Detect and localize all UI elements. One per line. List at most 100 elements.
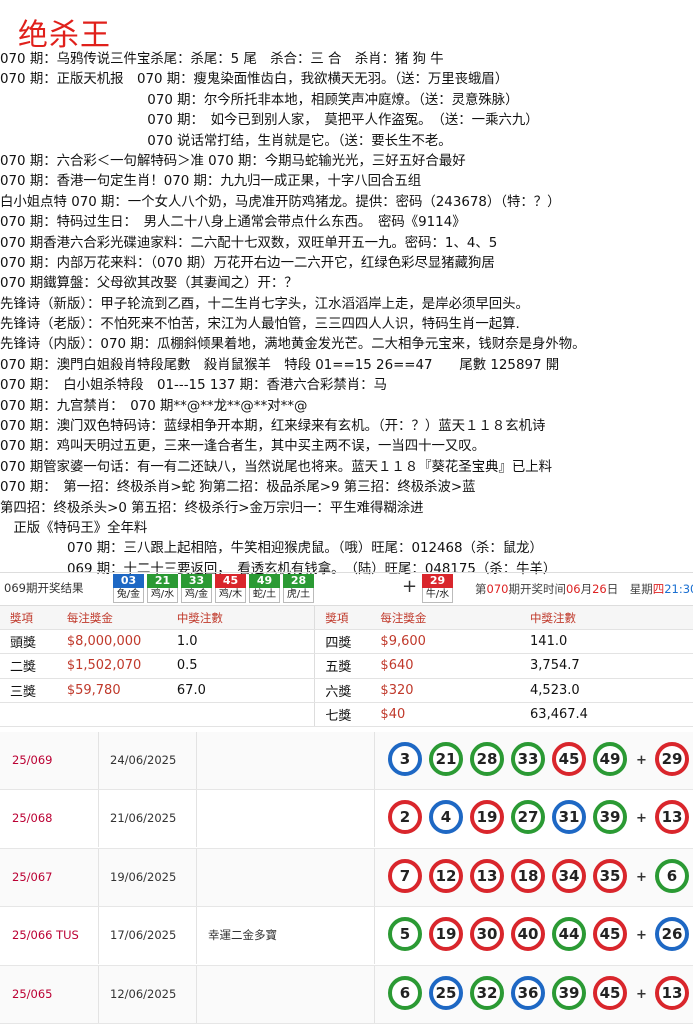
prediction-line: 第四招：终极杀头>0 第五招：终极杀行>金万宗归一：平生难得糊涂进 xyxy=(0,500,424,516)
draw-date: 24/06/2025 xyxy=(110,753,177,767)
result-ball-zodiac: 兔/金 xyxy=(113,588,144,603)
special-ball: 6 xyxy=(655,858,689,893)
number-ball: 19 xyxy=(429,917,463,952)
results-bar: 069期开奖结果 03 兔/金 21 鸡/水 33 鸡/金 45 鸡/木 49 蛇/土 28 虎/土 2… xyxy=(0,572,693,606)
issue-number: 25/069 xyxy=(12,753,53,767)
number-ball: 34 xyxy=(552,858,586,893)
prediction-line: 070 期管家婆一句话：有一有二还缺八，当然说尾也将来。蓝天１１８『葵花圣宝典』… xyxy=(0,459,553,475)
prediction-line: 070 期： 如今已到别人家， 莫把平人作盗冤。 （送：一乘六九） xyxy=(0,113,539,129)
result-ball-number: 21 xyxy=(147,574,178,588)
number-ball: 5 xyxy=(388,917,422,952)
prediction-line: 070 期：内部万花来料：（070 期）万花开右边一二六开它，红绿色彩尽显猪藏狗… xyxy=(0,255,495,271)
history-row: 25/066 TUS 17/06/2025 幸運二金多寶 5 19 30 40 44 45 +26 xyxy=(0,907,693,966)
prediction-line: 070 期：六合彩＜一句解特码＞准 070 期：今期马蛇输光光，三好五好合最好 xyxy=(0,153,466,169)
prize-cell xyxy=(0,702,57,727)
number-ball: 31 xyxy=(552,800,586,835)
result-ball: 33 鸡/金 xyxy=(181,574,212,603)
special-ball: 13 xyxy=(655,800,689,835)
draw-date: 19/06/2025 xyxy=(110,869,177,884)
result-ball-number: 29 xyxy=(422,574,453,588)
prize-cell: 五獎 xyxy=(314,653,371,679)
number-ball: 3 xyxy=(388,742,422,776)
prize-cell: $8,000,000 xyxy=(56,629,167,655)
prize-cell: 4,523.0 xyxy=(520,678,693,703)
history-row: 25/067 19/06/2025 7 12 13 18 34 35 +6 xyxy=(0,848,693,908)
plus-sign: + xyxy=(636,928,647,944)
prize-row: 頭獎 $8,000,000 1.0 四獎 $9,600 141.0 xyxy=(0,629,693,655)
result-ball-number: 03 xyxy=(113,574,144,588)
prediction-line: 070 期：鸡叫天明过五更，三来一逢合者生，其中买主两不误，一当四十一又叹。 xyxy=(0,439,486,455)
prize-cell: 六獎 xyxy=(314,678,371,703)
number-ball: 19 xyxy=(470,800,504,835)
issue-number: 25/068 xyxy=(12,811,53,826)
prize-cell: $1,502,070 xyxy=(56,653,167,679)
prize-row: 三獎 $59,780 67.0 六獎 $320 4,523.0 xyxy=(0,678,693,703)
result-ball-zodiac: 蛇/土 xyxy=(249,588,280,603)
prize-cell: $59,780 xyxy=(56,678,167,703)
plus-sign: + xyxy=(636,811,647,827)
prize-header: 每注獎金 xyxy=(56,606,167,631)
number-ball: 25 xyxy=(429,975,463,1010)
number-ball: 28 xyxy=(470,742,504,776)
result-special-ball: 29 牛/水 xyxy=(422,574,453,603)
plus-sign: + xyxy=(402,576,418,597)
number-ball: 6 xyxy=(388,975,422,1010)
number-ball: 21 xyxy=(429,742,463,776)
prediction-line: 070 期：正版天机报 070 期：瘦鬼染面惟齿白，我欲横天无羽。（送：万里丧蛾… xyxy=(0,72,509,88)
history-row: 25/065 12/06/2025 6 25 32 36 39 45 +13 xyxy=(0,965,693,1024)
prediction-line: 070 期香港六合彩光碟迪家料：二六配十七双数，双旺单开五一九。密码：1、4、5 xyxy=(0,235,498,251)
prize-header: 獎項 xyxy=(0,606,57,631)
prediction-line: 070 期鐵算盤：父母欲其改娶（其妻闻之）开：？ xyxy=(0,276,298,292)
history-row: 25/069 24/06/2025 3 21 28 33 45 49 +29 xyxy=(0,732,693,791)
special-ball: 26 xyxy=(655,917,689,952)
draw-date: 21/06/2025 xyxy=(110,811,177,826)
prize-cell: $40 xyxy=(370,702,521,727)
number-ball: 27 xyxy=(511,800,545,835)
number-ball: 49 xyxy=(593,742,627,776)
number-ball: 12 xyxy=(429,858,463,893)
number-ball: 30 xyxy=(470,917,504,952)
result-ball-number: 45 xyxy=(215,574,246,588)
prediction-line: 070 期：尔今所托非本地，相顾笑声冲庭燎。（送：灵意殊脉） xyxy=(0,92,519,108)
prize-cell: 0.5 xyxy=(166,653,315,679)
prize-header: 獎項 xyxy=(314,606,371,631)
results-label: 069期开奖结果 xyxy=(4,581,84,595)
prediction-line: 正版《特码王》全年料 xyxy=(0,520,148,536)
issue-number: 25/067 xyxy=(12,869,53,884)
prize-row: 七獎 $40 63,467.4 xyxy=(0,702,693,727)
number-ball: 35 xyxy=(593,858,627,893)
result-ball-zodiac: 鸡/水 xyxy=(147,588,178,603)
prize-table: 獎項 每注獎金 中獎注數 獎項 每注獎金 中獎注數 頭獎 $8,000,000 1.0 四獎 $9,… xyxy=(0,606,693,727)
prediction-line: 070 期： 第一招：终极杀肖>蛇 狗第二招：极品杀尾>9 第三招：终极杀波>蓝 xyxy=(0,480,476,496)
prize-cell: $640 xyxy=(370,653,521,679)
prediction-line: 070 期：澳門白姐殺肖特段尾數 殺肖鼠猴羊 特段 01==15 26==47 … xyxy=(0,357,560,373)
prize-cell: 七獎 xyxy=(314,702,371,727)
prize-cell: 67.0 xyxy=(166,678,315,703)
prize-cell: $9,600 xyxy=(370,629,521,655)
prediction-line: 070 期：香港一句定生肖！070 期：九九归一成正果，十字八回合五组 xyxy=(0,174,422,190)
prediction-line: 070 期：九宫禁肖： 070 期**@**龙**@**对**@ xyxy=(0,398,308,414)
number-ball: 33 xyxy=(511,742,545,776)
prediction-line: 070 期：三八跟上起相陪，牛笑相迎猴虎鼠。（哦）旺尾：012468（杀：鼠龙） xyxy=(0,541,543,557)
prize-cell xyxy=(166,702,315,727)
number-ball: 13 xyxy=(470,858,504,893)
number-ball: 39 xyxy=(593,800,627,835)
issue-number: 25/065 xyxy=(12,986,53,1001)
result-ball: 21 鸡/水 xyxy=(147,574,178,603)
prize-cell: 3,754.7 xyxy=(520,653,693,679)
result-ball: 28 虎/土 xyxy=(283,574,314,603)
result-ball-number: 49 xyxy=(249,574,280,588)
prize-header: 中獎注數 xyxy=(166,606,315,631)
prize-cell: 二獎 xyxy=(0,653,57,679)
prediction-line: 070 说话常打结，生肖就是它。（送：要长生不老。 xyxy=(0,133,452,149)
prize-cell: 頭獎 xyxy=(0,629,57,655)
prize-header: 每注獎金 xyxy=(370,606,521,631)
page-title: 绝杀王 xyxy=(18,18,111,53)
prediction-line: 070 期：乌鸦传说三件宝杀尾：杀尾：5 尾 杀合：三 合 杀肖：猪 狗 牛 xyxy=(0,52,444,67)
number-ball: 4 xyxy=(429,800,463,835)
prediction-line: 先锋诗（老版）：不怕死来不怕苦，宋江为人最怕管，三三四四人人识，特码生肖一起算. xyxy=(0,317,520,333)
result-ball-zodiac: 虎/土 xyxy=(283,588,314,603)
history-list: 25/069 24/06/2025 3 21 28 33 45 49 +29 25/068 21/0… xyxy=(0,732,693,1024)
prize-cell: 63,467.4 xyxy=(520,702,693,727)
draw-date: 17/06/2025 xyxy=(110,928,177,943)
